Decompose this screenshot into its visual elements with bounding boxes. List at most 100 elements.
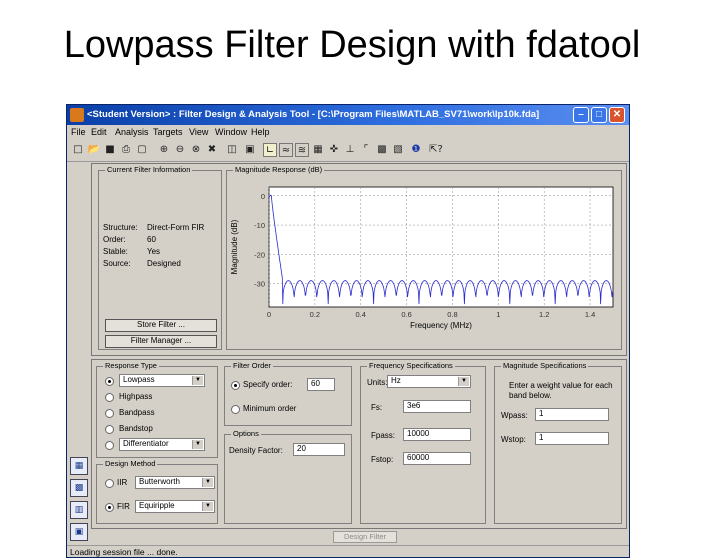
menu-bar: File Edit Analysis Targets View Window H…	[67, 125, 629, 141]
transform-side-icon[interactable]: ▩	[70, 479, 88, 497]
differentiator-select[interactable]: Differentiator ▼	[119, 438, 205, 451]
x-tick-label: 0.4	[356, 310, 366, 319]
design-method-group: Design Method IIR Butterworth ▼ FIR Equir…	[96, 459, 218, 524]
coefficients-icon[interactable]: ▧	[391, 143, 405, 157]
fdatool-window: <Student Version> : Filter Design & Anal…	[66, 104, 630, 558]
magnitude-specs-label: Magnitude Specifications	[501, 361, 589, 370]
magnitude-response-chart[interactable]: 0 0.2 0.4 0.6 0.8 1 1.2 1.4 0 -10 -20 -30 Frequenc…	[227, 173, 621, 349]
full-screen-icon[interactable]: ▣	[243, 143, 257, 157]
pole-zero-icon[interactable]: ▩	[375, 143, 389, 157]
impulse-response-icon[interactable]: ⊥	[343, 143, 357, 157]
pole-zero-side-icon[interactable]: ▣	[70, 523, 88, 541]
stable-label: Stable:	[103, 247, 128, 256]
current-filter-group: Current Filter Information Structure: Di…	[98, 165, 222, 350]
fir-select-value: Equiripple	[139, 501, 175, 510]
iir-radio[interactable]	[105, 479, 114, 488]
magnitude-response-icon[interactable]: ∟	[263, 143, 277, 157]
print-icon[interactable]: ⎙	[119, 143, 133, 157]
wstop-label: Wstop:	[501, 435, 526, 444]
status-bar: Loading session file ... done.	[67, 545, 629, 557]
highpass-radio[interactable]	[105, 393, 114, 402]
chevron-down-icon: ▼	[202, 478, 213, 487]
fir-select[interactable]: Equiripple ▼	[135, 500, 215, 513]
zoom-y-icon[interactable]: ⊗	[189, 143, 203, 157]
wpass-input[interactable]: 1	[535, 408, 609, 421]
fs-input[interactable]: 3e6	[403, 400, 471, 413]
source-label: Source:	[103, 259, 131, 268]
save-icon[interactable]: ■	[103, 143, 117, 157]
store-filter-button[interactable]: Store Filter ...	[105, 319, 217, 332]
fpass-label: Fpass:	[371, 431, 396, 440]
print-preview-icon[interactable]: ▢	[135, 143, 149, 157]
phase-response-icon[interactable]: ≈	[279, 143, 293, 157]
design-method-label: Design Method	[103, 459, 158, 468]
y-tick-label: 0	[261, 192, 265, 201]
y-tick-label: -20	[254, 250, 265, 259]
legend-icon[interactable]: ◫	[225, 143, 239, 157]
new-icon[interactable]: □	[71, 143, 85, 157]
bandstop-radio[interactable]	[105, 425, 114, 434]
step-response-icon[interactable]: ⌜	[359, 143, 373, 157]
density-factor-input[interactable]: 20	[293, 443, 345, 456]
x-tick-label: 1.4	[585, 310, 595, 319]
iir-select[interactable]: Butterworth ▼	[135, 476, 215, 489]
iir-label: IIR	[117, 478, 128, 487]
chevron-down-icon: ▼	[192, 440, 203, 449]
lowpass-radio[interactable]	[105, 377, 114, 386]
order-input[interactable]: 60	[307, 378, 335, 391]
differentiator-radio[interactable]	[105, 441, 114, 450]
x-tick-label: 0.8	[447, 310, 457, 319]
zoom-in-icon[interactable]: ⊕	[157, 143, 171, 157]
density-factor-label: Density Factor:	[229, 446, 283, 455]
mag-phase-icon[interactable]: ≋	[295, 143, 309, 157]
design-filter-side-icon[interactable]: ▦	[70, 457, 88, 475]
chevron-down-icon: ▼	[458, 377, 469, 386]
filter-manager-button[interactable]: Filter Manager ...	[105, 335, 217, 348]
filter-order-label: Filter Order	[231, 361, 273, 370]
minimum-order-radio[interactable]	[231, 405, 240, 414]
menu-view[interactable]: View	[189, 127, 208, 137]
wpass-label: Wpass:	[501, 411, 528, 420]
menu-window[interactable]: Window	[215, 127, 247, 137]
design-filter-button[interactable]: Design Filter	[333, 531, 397, 543]
x-axis-label: Frequency (MHz)	[410, 321, 472, 330]
fs-label: Fs:	[371, 403, 383, 412]
options-label: Options	[231, 429, 261, 438]
close-button[interactable]: ✕	[609, 107, 625, 123]
y-axis-label: Magnitude (dB)	[230, 219, 239, 274]
menu-targets[interactable]: Targets	[153, 127, 183, 137]
status-text: Loading session file ... done.	[70, 547, 178, 557]
bandstop-label: Bandstop	[119, 424, 153, 433]
menu-analysis[interactable]: Analysis	[115, 127, 149, 137]
fstop-label: Fstop:	[371, 455, 394, 464]
maximize-button[interactable]: □	[591, 107, 607, 123]
fir-radio[interactable]	[105, 503, 114, 512]
stable-value: Yes	[147, 247, 161, 256]
wstop-input[interactable]: 1	[535, 432, 609, 445]
weight-hint: Enter a weight value for each band below…	[509, 381, 613, 400]
fstop-input[interactable]: 60000	[403, 452, 471, 465]
menu-help[interactable]: Help	[251, 127, 270, 137]
title-bar[interactable]: <Student Version> : Filter Design & Anal…	[67, 105, 629, 125]
info-icon[interactable]: ❶	[409, 143, 423, 157]
open-icon[interactable]: 📂	[87, 143, 101, 157]
lowpass-select[interactable]: Lowpass ▼	[119, 374, 205, 387]
structure-label: Structure:	[103, 223, 138, 232]
whats-this-icon[interactable]: ⇱?	[429, 143, 443, 157]
bandpass-radio[interactable]	[105, 409, 114, 418]
fpass-input[interactable]: 10000	[403, 428, 471, 441]
zoom-x-icon[interactable]: ⊖	[173, 143, 187, 157]
minimize-button[interactable]: –	[573, 107, 589, 123]
magnitude-response-group: Magnitude Response (dB) 0 0.2 0.4 0.6 0.8 1 1.…	[226, 165, 622, 350]
units-select[interactable]: Hz ▼	[387, 375, 471, 388]
phase-delay-icon[interactable]: ✜	[327, 143, 341, 157]
bottom-panel: Response Type Lowpass ▼ Highpass Bandpass…	[91, 359, 627, 529]
filter-order-group: Filter Order Specify order: 60 Minimum o…	[224, 361, 352, 426]
menu-file[interactable]: File	[71, 127, 86, 137]
menu-edit[interactable]: Edit	[91, 127, 107, 137]
full-view-icon[interactable]: ✖	[205, 143, 219, 157]
import-side-icon[interactable]: ▥	[70, 501, 88, 519]
specify-order-radio[interactable]	[231, 381, 240, 390]
response-type-label: Response Type	[103, 361, 159, 370]
group-delay-icon[interactable]: ▦	[311, 143, 325, 157]
